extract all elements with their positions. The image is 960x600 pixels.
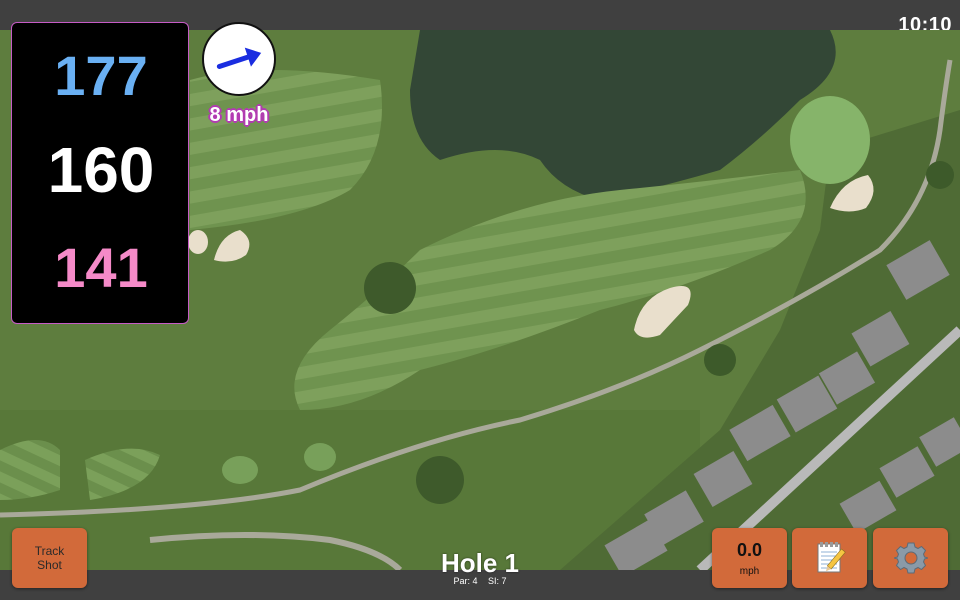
wind-direction-dial [202, 22, 276, 96]
hole-info: Hole 1 Par: 4 SI: 7 [380, 548, 580, 586]
wind-speed-label: 8 mph [209, 104, 269, 126]
notepad-icon [817, 542, 846, 573]
settings-button[interactable] [873, 528, 948, 588]
speed-value: 0.0 [736, 539, 763, 560]
yardage-panel: 177 160 141 [11, 22, 189, 324]
track-shot-label-line1: Track [34, 544, 65, 558]
speed-unit: mph [739, 565, 760, 577]
track-shot-label-line2: Shot [37, 558, 62, 572]
notes-button[interactable] [792, 528, 867, 588]
track-shot-button[interactable]: Track Shot [12, 528, 87, 588]
hole-par: Par: 4 [453, 576, 478, 586]
yardage-center: 160 [47, 134, 155, 206]
yardage-back: 177 [54, 44, 148, 107]
hole-title: Hole 1 [440, 548, 520, 578]
hole-stroke-index: SI: 7 [488, 576, 507, 586]
speed-button[interactable]: 0.0 mph [712, 528, 787, 588]
hole-details: Par: 4 SI: 7 [380, 576, 580, 586]
yardage-front: 141 [54, 236, 148, 299]
gear-icon [893, 542, 928, 574]
wind-direction-arrow-icon [216, 47, 262, 69]
